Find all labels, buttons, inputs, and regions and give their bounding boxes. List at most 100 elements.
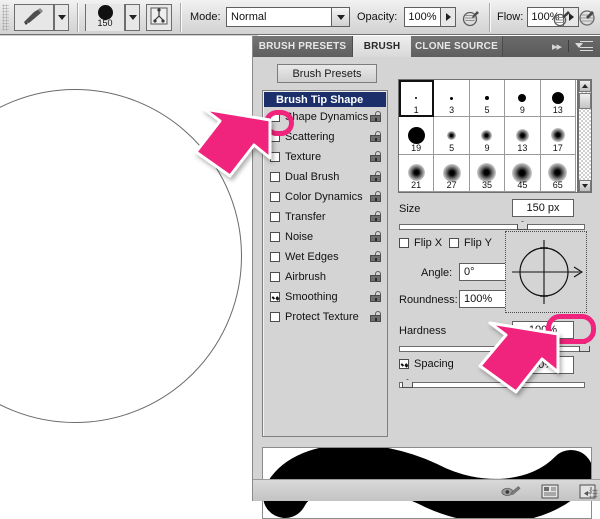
new-preset-page-icon[interactable] <box>541 483 559 499</box>
lock-icon[interactable] <box>370 131 381 142</box>
lock-icon[interactable] <box>370 251 381 262</box>
mode-label: Mode: <box>190 11 221 23</box>
mode-combobox[interactable]: Normal <box>226 7 350 27</box>
tool-preset-dropdown[interactable] <box>54 4 69 31</box>
lock-icon[interactable] <box>370 151 381 162</box>
lock-icon[interactable] <box>370 291 381 302</box>
brush-option-row-color-dynamics[interactable]: Color Dynamics <box>263 187 387 207</box>
brush-tip-size-label: 9 <box>519 105 525 116</box>
brush-tip-cell[interactable]: 21 <box>399 154 435 192</box>
brush-grid-scrollbar[interactable] <box>578 79 592 193</box>
brush-option-row-protect-texture[interactable]: Protect Texture <box>263 307 387 327</box>
double-chevron-right-icon[interactable]: ▸▸ <box>552 40 562 53</box>
brush-tip-size-label: 21 <box>411 179 422 190</box>
opacity-label: Opacity: <box>357 11 398 23</box>
chevron-down-icon[interactable] <box>331 8 349 26</box>
spacing-slider-knob[interactable] <box>402 379 413 388</box>
opacity-field[interactable]: 100% <box>404 7 456 27</box>
resize-grip-icon[interactable] <box>589 489 598 498</box>
flow-label: Flow: <box>497 11 524 23</box>
brush-tip-cell[interactable]: 27 <box>434 154 470 192</box>
brush-option-row-smoothing[interactable]: Smoothing <box>263 287 387 307</box>
scroll-up-arrow-icon[interactable] <box>579 80 591 92</box>
lock-icon[interactable] <box>370 231 381 242</box>
tablet-pressure-flow-icon[interactable] <box>578 9 596 27</box>
flip-y-box[interactable] <box>449 238 459 248</box>
brush-option-row-wet-edges[interactable]: Wet Edges <box>263 247 387 267</box>
checkbox[interactable] <box>270 312 280 322</box>
size-value: 150 px <box>526 202 560 214</box>
pink-pointer-arrow-icon <box>194 107 272 178</box>
brush-tip-cell[interactable]: 35 <box>469 154 506 192</box>
roundness-field[interactable]: 100% <box>459 290 511 308</box>
brush-panel-toggle-button[interactable] <box>146 4 172 31</box>
brush-tip-shape-header[interactable]: Brush Tip Shape <box>264 92 386 107</box>
brush-options-list[interactable]: Brush Tip Shape Shape Dynamics Scattering… <box>262 90 388 437</box>
brush-tip-cell[interactable]: 5 <box>469 80 506 118</box>
lock-icon[interactable] <box>370 211 381 222</box>
scroll-down-arrow-icon[interactable] <box>579 180 591 192</box>
checkbox[interactable] <box>270 232 280 242</box>
brush-tip-cell[interactable]: 19 <box>399 117 435 155</box>
brush-tip-dot-icon <box>550 128 565 143</box>
brush-option-row-dual-brush[interactable]: Dual Brush <box>263 167 387 187</box>
brush-option-row-airbrush[interactable]: Airbrush <box>263 267 387 287</box>
tab-clone-source[interactable]: CLONE SOURCE <box>411 36 503 57</box>
size-slider[interactable] <box>399 224 585 230</box>
lock-icon[interactable] <box>370 191 381 202</box>
brush-option-label: Smoothing <box>285 291 338 303</box>
options-bar-gripper[interactable] <box>2 4 9 31</box>
current-tool-button[interactable] <box>14 4 54 31</box>
brush-tip-cell[interactable]: 17 <box>540 117 576 155</box>
lock-icon[interactable] <box>370 311 381 322</box>
paintbrush-icon <box>21 6 47 29</box>
airbrush-icon[interactable] <box>553 9 571 27</box>
checkbox[interactable] <box>270 292 280 302</box>
brush-tip-cell[interactable]: 13 <box>540 80 576 118</box>
brush-angle-roundness-dial-icon[interactable] <box>505 231 587 313</box>
brush-tip-cell[interactable]: 5 <box>434 117 470 155</box>
scrollbar-thumb[interactable] <box>579 93 591 109</box>
flip-x-box[interactable] <box>399 238 409 248</box>
brush-presets-button[interactable]: Brush Presets <box>277 64 377 83</box>
tabstrip-divider <box>568 40 569 52</box>
tablet-pressure-opacity-icon[interactable] <box>462 9 480 27</box>
hardness-slider-knob[interactable] <box>579 343 590 352</box>
checkbox[interactable] <box>270 212 280 222</box>
panel-menu-icon[interactable] <box>575 41 595 53</box>
brush-option-label: Shape Dynamics <box>285 111 369 123</box>
brush-tip-grid[interactable]: 1 3 5 9 13 19 5 9 13 17 21 27 35 45 65 <box>398 79 578 193</box>
spacing-checkbox[interactable]: Spacing <box>399 358 454 370</box>
spacing-box[interactable] <box>399 359 409 369</box>
brush-option-label: Texture <box>285 151 322 163</box>
angle-field[interactable]: 0° <box>459 263 511 281</box>
document-canvas[interactable] <box>0 35 258 501</box>
brush-option-row-noise[interactable]: Noise <box>263 227 387 247</box>
brush-tip-cell[interactable]: 9 <box>469 117 506 155</box>
lock-icon[interactable] <box>370 171 381 182</box>
tab-brush-presets[interactable]: BRUSH PRESETS <box>253 36 353 57</box>
checkbox[interactable] <box>270 252 280 262</box>
flip-x-checkbox[interactable]: Flip X <box>399 237 442 249</box>
checkbox[interactable] <box>270 192 280 202</box>
size-slider-knob[interactable] <box>517 221 528 230</box>
brush-tip-cell[interactable]: 9 <box>505 80 541 118</box>
size-field[interactable]: 150 px <box>512 199 574 217</box>
brush-option-row-texture[interactable]: Texture <box>263 147 387 167</box>
brush-tip-cell[interactable]: 65 <box>540 154 576 192</box>
lock-icon[interactable] <box>370 271 381 282</box>
brush-option-row-transfer[interactable]: Transfer <box>263 207 387 227</box>
brush-preset-picker[interactable]: 150 <box>85 4 125 31</box>
chevron-right-icon[interactable] <box>440 8 455 26</box>
checkbox[interactable] <box>270 272 280 282</box>
toggle-brush-preview-icon[interactable] <box>501 483 521 499</box>
mode-value: Normal <box>231 11 267 23</box>
brush-tip-cell[interactable]: 3 <box>434 80 470 118</box>
lock-icon[interactable] <box>370 111 381 122</box>
brush-tip-cell[interactable]: 1 <box>399 80 435 118</box>
brush-tip-cell[interactable]: 45 <box>505 154 541 192</box>
flip-y-checkbox[interactable]: Flip Y <box>449 237 492 249</box>
brush-tip-cell[interactable]: 13 <box>505 117 541 155</box>
tab-brush[interactable]: BRUSH <box>353 36 411 57</box>
brush-preset-dropdown[interactable] <box>125 4 140 31</box>
